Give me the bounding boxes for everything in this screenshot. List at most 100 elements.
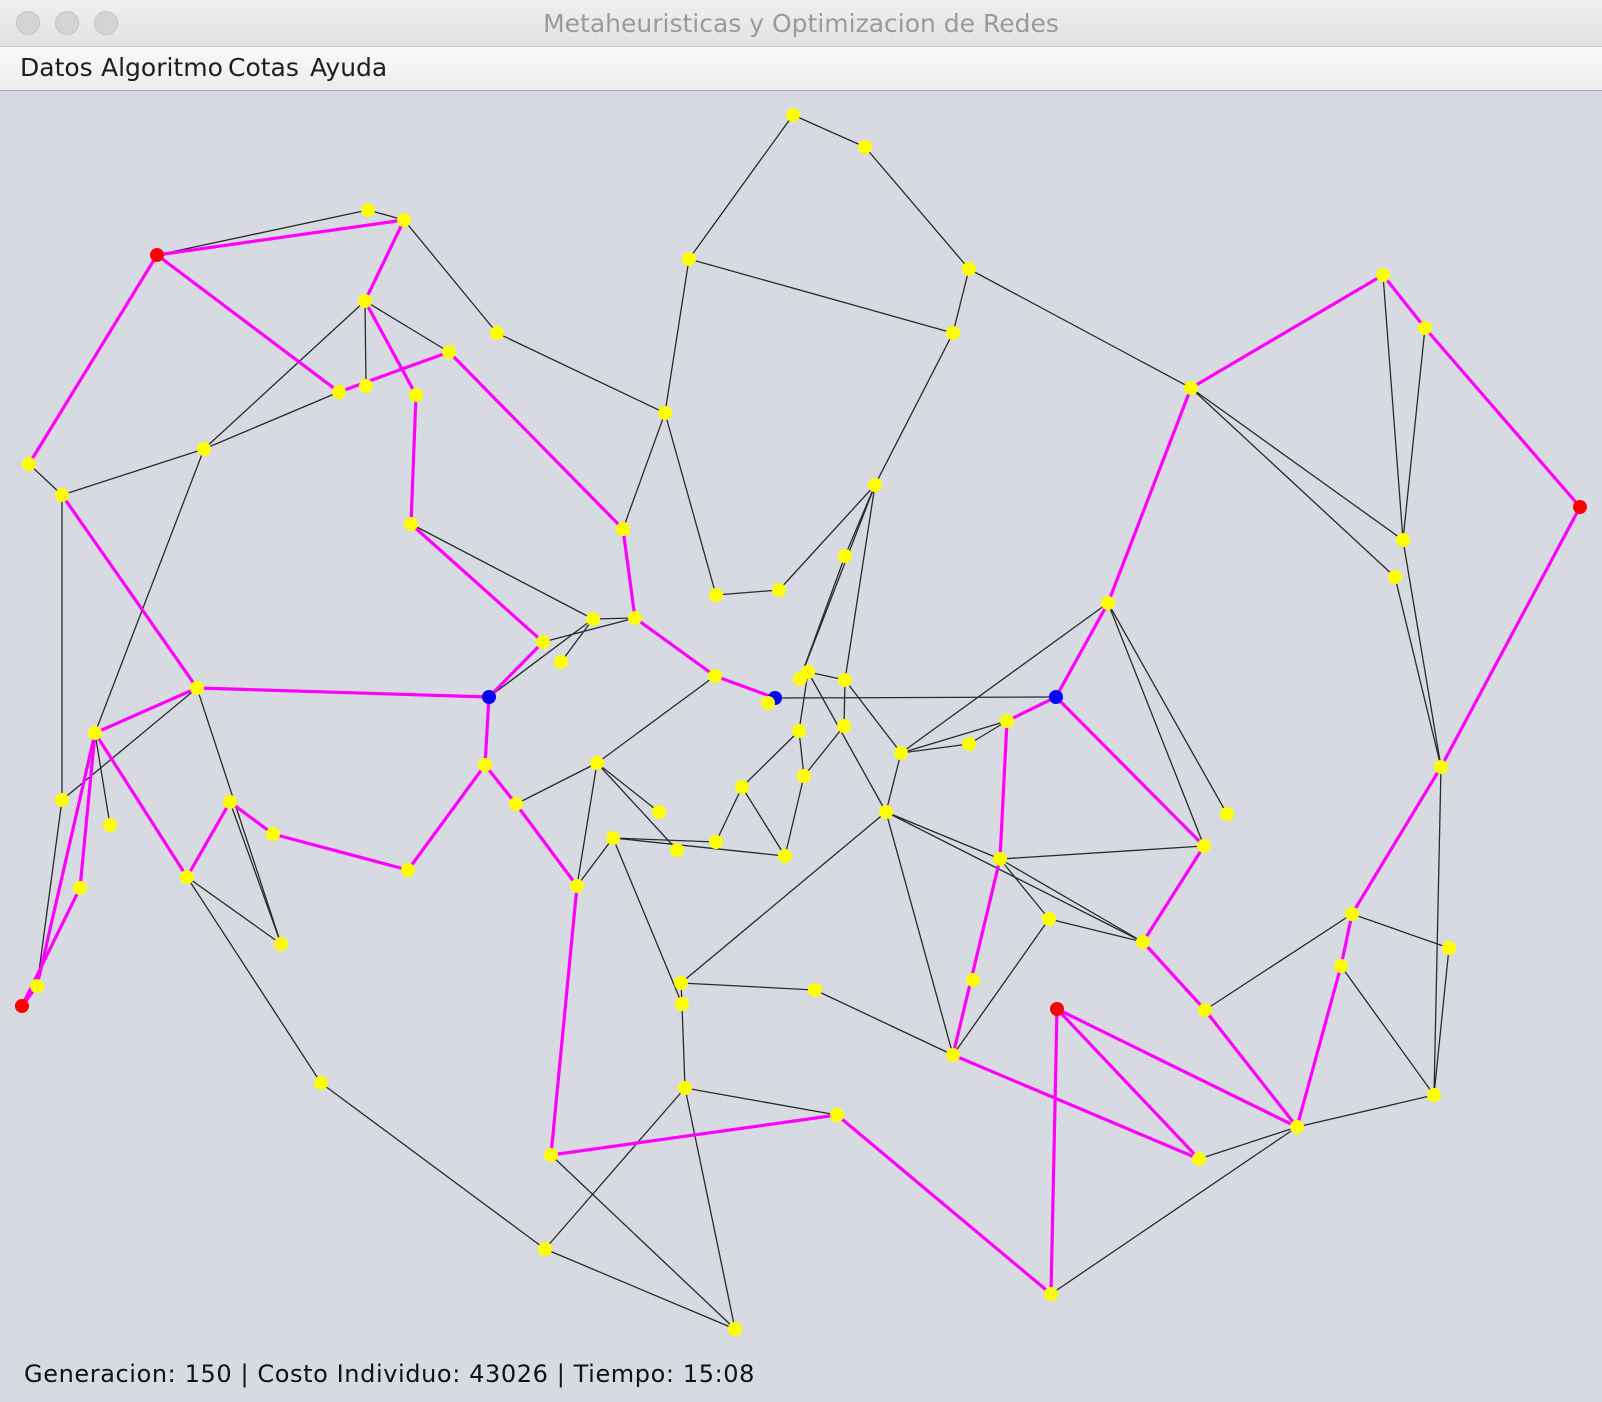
graph-edge <box>1351 913 1450 949</box>
graph-edge <box>844 484 876 681</box>
graph-node <box>538 1242 552 1256</box>
graph-edge <box>403 219 498 334</box>
graph-edge <box>488 618 594 698</box>
tree-edge <box>621 527 637 620</box>
graph-edge <box>1107 602 1228 815</box>
tree-edge <box>1055 1007 1299 1129</box>
tree-edge <box>155 253 341 394</box>
app-window: Metaheuristicas y Optimizacion de Redes … <box>0 0 1602 1402</box>
graph-node <box>606 831 620 845</box>
graph-edge <box>778 484 876 591</box>
graph-edge <box>1394 576 1442 768</box>
graph-node <box>894 746 908 760</box>
graph-edge <box>968 268 1192 389</box>
graph-edge <box>874 332 954 486</box>
graph-node <box>628 611 642 625</box>
tiempo-value: 15:08 <box>682 1360 756 1388</box>
network-graph-canvas[interactable] <box>0 91 1602 1402</box>
graph-node <box>652 805 666 819</box>
graph-node <box>536 635 550 649</box>
tree-edge <box>1106 386 1193 605</box>
graph-node <box>868 478 882 492</box>
graph-edge <box>1204 913 1353 1011</box>
tree-edge <box>1295 964 1343 1129</box>
menu-algoritmo[interactable]: Algoritmo <box>101 53 223 82</box>
tree-edge <box>271 832 410 872</box>
graph-node <box>1434 760 1448 774</box>
graph-node <box>708 669 722 683</box>
tree-edge <box>1203 1008 1299 1129</box>
menu-ayuda[interactable]: Ayuda <box>310 53 387 82</box>
graph-edge <box>999 858 1144 943</box>
graph-edge <box>203 300 366 450</box>
graph-node <box>709 835 723 849</box>
graph-edge <box>792 114 866 148</box>
graph-edge <box>999 858 1050 920</box>
graph-node <box>797 769 811 783</box>
graph-edge <box>784 775 805 857</box>
graph-edge <box>803 725 845 777</box>
tree-edge <box>155 218 406 257</box>
tree-edge <box>998 719 1009 861</box>
graph-edge <box>799 555 846 680</box>
graph-node <box>1101 596 1115 610</box>
generacion-value: 150 <box>184 1360 233 1388</box>
graph-node <box>274 937 288 951</box>
graph-edge <box>715 786 743 843</box>
graph-edge <box>741 730 800 788</box>
graph-edge <box>688 114 794 260</box>
graph-node <box>103 818 117 832</box>
graph-node <box>1442 941 1456 955</box>
steiner-node <box>482 690 496 704</box>
graph-edge <box>885 811 954 1056</box>
graph-edge <box>622 412 666 530</box>
graph-edge <box>952 268 970 334</box>
graph-node <box>966 973 980 987</box>
tree-edge <box>1339 912 1354 968</box>
menu-datos[interactable]: Datos <box>20 53 93 82</box>
tree-edge <box>1439 505 1582 769</box>
graph-edge <box>186 876 282 945</box>
graph-node <box>1345 907 1359 921</box>
tree-edge <box>1055 1007 1201 1161</box>
graph-node <box>197 442 211 456</box>
tree-edge <box>93 731 189 879</box>
tree-edge <box>409 393 418 526</box>
graph-node <box>1044 1287 1058 1301</box>
graph-node <box>1198 1003 1212 1017</box>
terminal-node <box>150 248 164 262</box>
graph-node <box>22 457 36 471</box>
tree-edge <box>60 493 199 690</box>
graph-edge <box>807 671 887 813</box>
tree-edge <box>549 1113 839 1157</box>
tree-edge <box>1423 326 1582 509</box>
graph-node <box>879 805 893 819</box>
window-title: Metaheuristicas y Optimizacion de Redes <box>543 9 1059 38</box>
graph-node <box>190 681 204 695</box>
graph-edge <box>364 300 367 387</box>
graph-edge <box>576 762 598 887</box>
terminal-node <box>1050 1002 1064 1016</box>
tree-edge <box>633 616 717 678</box>
status-separator: | <box>240 1360 250 1388</box>
graph-node <box>570 879 584 893</box>
graph-edge <box>560 618 594 663</box>
tree-edge <box>514 802 579 888</box>
graph-edge <box>741 786 786 857</box>
graph-node <box>1376 268 1390 282</box>
menu-cotas[interactable]: Cotas <box>228 53 299 82</box>
tree-edge <box>1350 765 1443 916</box>
graph-node <box>1220 807 1234 821</box>
graph-node <box>442 345 456 359</box>
graph-edge <box>1198 1126 1298 1160</box>
graph-node <box>1192 1152 1206 1166</box>
tree-edge <box>1054 601 1110 699</box>
graph-edge <box>680 982 816 991</box>
steiner-tree-edges <box>20 218 1582 1296</box>
graph-node <box>404 517 418 531</box>
title-bar: Metaheuristicas y Optimizacion de Redes <box>0 0 1602 47</box>
graph-edge <box>496 332 666 414</box>
graph-node <box>616 522 630 536</box>
graph-node <box>1418 321 1432 335</box>
graph-node <box>314 1076 328 1090</box>
